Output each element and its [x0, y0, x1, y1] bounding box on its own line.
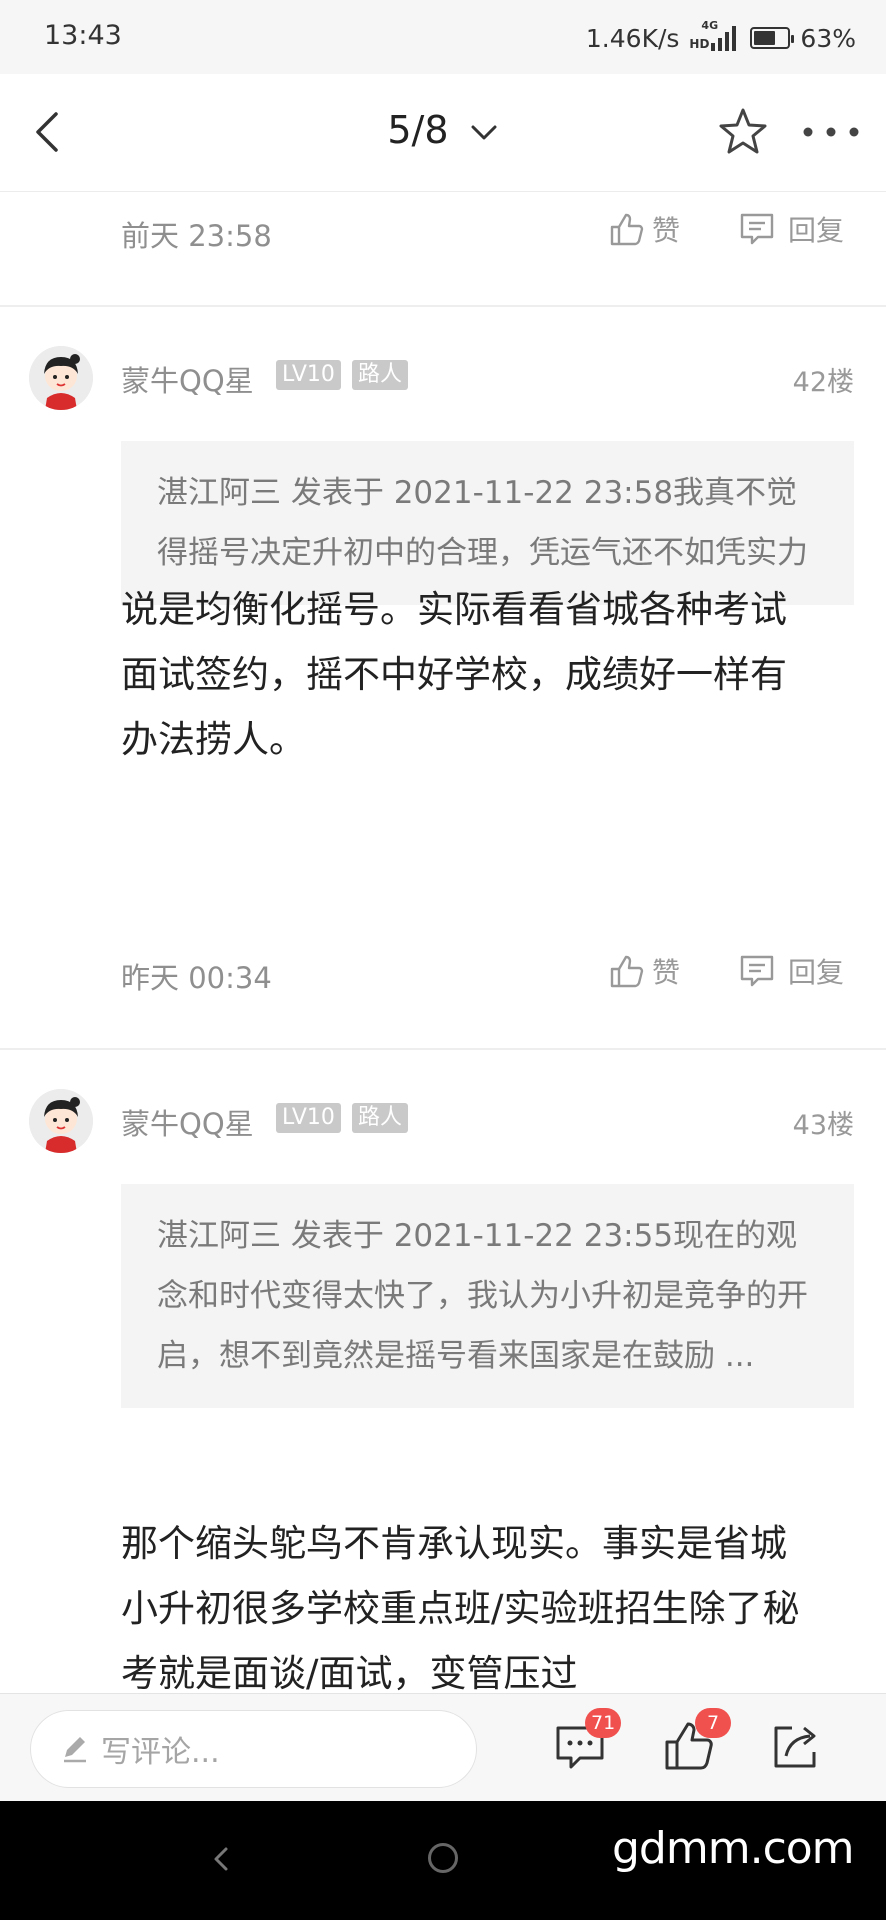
- post-time: 前天 23:58: [121, 219, 272, 253]
- back-triangle-icon: [214, 1847, 228, 1871]
- network-label: 4G: [701, 19, 719, 32]
- post-time: 昨天 00:34: [121, 961, 272, 995]
- net-speed: 1.46K/s: [585, 23, 680, 53]
- share-button[interactable]: [766, 1716, 826, 1776]
- avatar-girl-icon: [29, 1089, 93, 1153]
- thumbs-up-icon: [610, 213, 644, 246]
- system-home-button[interactable]: [428, 1843, 458, 1873]
- post-meta: 昨天 00:34 赞 回复: [0, 935, 886, 1015]
- hd-label: HD: [689, 37, 710, 51]
- comments-count-badge: 71: [585, 1708, 622, 1738]
- signal-icon: HD 4G: [689, 19, 737, 51]
- rank-badge: 路人: [352, 1103, 409, 1133]
- chevron-down-icon: [471, 125, 497, 139]
- floor-number: 43楼: [792, 1110, 854, 1141]
- divider: [0, 1048, 886, 1050]
- post-body: 说是均衡化摇号。实际看看省城各种考试面试签约，摇不中好学校，成绩好一样有办法捞人…: [121, 588, 787, 761]
- avatar-girl-icon: [29, 346, 93, 410]
- likes-count-badge: 7: [695, 1708, 731, 1738]
- post-body: 那个缩头鸵鸟不肯承认现实。事实是省城小升初很多学校重点班/实验班招生除了秘考就是…: [121, 1522, 800, 1693]
- status-bar: 13:43 1.46K/s HD 4G 63%: [0, 0, 886, 74]
- like-label: 赞: [652, 214, 681, 247]
- pencil-icon: [64, 1737, 86, 1763]
- like-button[interactable]: 赞: [608, 951, 680, 991]
- comment-icon: [740, 955, 774, 987]
- like-button[interactable]: 赞: [608, 209, 680, 249]
- post-header: 蒙牛QQ星 LV10 路人 42楼: [0, 346, 886, 416]
- floor-number: 42楼: [792, 367, 854, 398]
- more-button[interactable]: [798, 102, 864, 162]
- status-time: 13:43: [44, 20, 122, 51]
- reply-label: 回复: [788, 956, 845, 989]
- comment-list[interactable]: 前天 23:58 赞 回复 蒙牛QQ星 LV10 路人 42楼 湛江阿三 发表于…: [0, 193, 886, 1693]
- prev-post-meta: 前天 23:58 赞 回复: [0, 193, 886, 273]
- battery-icon: [750, 27, 795, 49]
- quoted-reply[interactable]: 湛江阿三 发表于 2021-11-22 23:55现在的观念和时代变得太快了，我…: [121, 1184, 854, 1408]
- star-icon: [719, 108, 767, 154]
- username[interactable]: 蒙牛QQ星: [121, 358, 254, 400]
- level-badge: LV10: [276, 1103, 341, 1133]
- system-back-button[interactable]: [206, 1839, 236, 1879]
- reply-button[interactable]: 回复: [738, 951, 844, 991]
- comment-input[interactable]: 写评论...: [30, 1710, 477, 1788]
- username[interactable]: 蒙牛QQ星: [121, 1101, 254, 1143]
- site-watermark: gdmm.com: [612, 1823, 855, 1874]
- battery-fill: [754, 31, 775, 45]
- reply-label: 回复: [788, 214, 845, 247]
- share-icon: [774, 1726, 816, 1768]
- more-dots-icon: [803, 127, 859, 137]
- rank-badge: 路人: [352, 360, 409, 390]
- page-indicator: 5/8: [387, 108, 449, 152]
- top-nav-bar: 5/8: [0, 74, 886, 192]
- favorite-button[interactable]: [713, 102, 773, 162]
- battery-percent: 63%: [800, 23, 856, 53]
- post-header: 蒙牛QQ星 LV10 路人 43楼: [0, 1089, 886, 1159]
- comment-placeholder: 写评论...: [101, 1735, 220, 1770]
- system-nav-bar: gdmm.com: [0, 1801, 886, 1920]
- divider: [0, 305, 886, 307]
- thumbs-up-icon: [610, 955, 644, 988]
- avatar[interactable]: [29, 1089, 93, 1153]
- level-badge: LV10: [276, 360, 341, 390]
- comment-icon: [740, 213, 774, 245]
- status-indicators: 1.46K/s HD 4G 63%: [585, 19, 856, 56]
- bottom-action-bar: 写评论... 71 7: [0, 1693, 886, 1801]
- reply-button[interactable]: 回复: [738, 209, 844, 249]
- avatar[interactable]: [29, 346, 93, 410]
- like-label: 赞: [652, 956, 681, 989]
